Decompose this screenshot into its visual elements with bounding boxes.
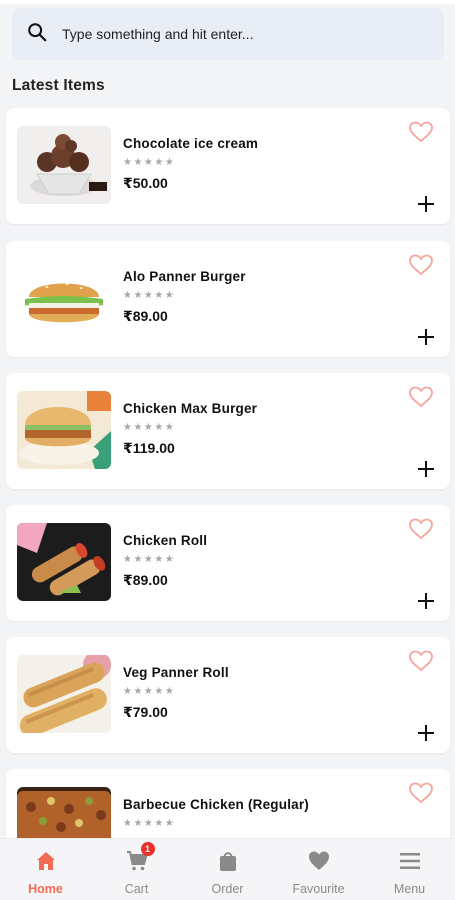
nav-home[interactable]: Home (0, 839, 91, 900)
item-name: Chicken Max Burger (123, 401, 258, 416)
heart-outline-icon[interactable] (408, 120, 434, 144)
heart-outline-icon[interactable] (408, 781, 434, 805)
rating-stars: ★★★★★ (123, 554, 176, 565)
list-item[interactable]: Veg Panner Roll ★★★★★ ₹79.00 (6, 637, 450, 753)
item-name: Chocolate ice cream (123, 136, 259, 151)
heart-outline-icon[interactable] (408, 253, 434, 277)
item-price: ₹119.00 (123, 440, 175, 456)
list-item[interactable]: Chicken Roll ★★★★★ ₹89.00 (6, 505, 450, 621)
home-icon (34, 849, 58, 878)
list-item[interactable]: Alo Panner Burger ★★★★★ ₹89.00 (6, 241, 450, 357)
nav-favourite[interactable]: Favourite (273, 839, 364, 900)
item-image (17, 126, 111, 204)
item-price: ₹89.00 (123, 308, 168, 324)
search-input[interactable] (62, 26, 422, 42)
item-name: Chicken Roll (123, 533, 208, 548)
status-strip (0, 0, 455, 4)
rating-stars: ★★★★★ (123, 290, 176, 301)
nav-order[interactable]: Order (182, 839, 273, 900)
nav-cart-label: Cart (124, 882, 149, 896)
heart-outline-icon[interactable] (408, 649, 434, 673)
item-image (17, 523, 111, 601)
heart-outline-icon[interactable] (408, 517, 434, 541)
plus-icon[interactable] (416, 459, 436, 479)
nav-menu[interactable]: Menu (364, 839, 455, 900)
cart-badge: 1 (140, 842, 155, 856)
plus-icon[interactable] (416, 327, 436, 347)
item-name: Alo Panner Burger (123, 269, 246, 284)
heart-icon (307, 849, 331, 878)
section-title: Latest Items (12, 77, 105, 94)
item-name: Barbecue Chicken (Regular) (123, 797, 309, 812)
plus-icon[interactable] (416, 591, 436, 611)
list-item[interactable]: Chocolate ice cream ★★★★★ ₹50.00 (6, 108, 450, 224)
search-bar[interactable] (12, 8, 444, 60)
hamburger-icon (398, 849, 422, 878)
nav-home-label: Home (28, 882, 63, 896)
bag-icon (216, 849, 240, 878)
nav-cart[interactable]: 1 Cart (91, 839, 182, 900)
plus-icon[interactable] (416, 194, 436, 214)
rating-stars: ★★★★★ (123, 422, 176, 433)
item-price: ₹79.00 (123, 704, 168, 720)
item-price: ₹50.00 (123, 175, 168, 191)
nav-favourite-label: Favourite (292, 882, 345, 896)
nav-order-label: Order (211, 882, 244, 896)
nav-menu-label: Menu (393, 882, 426, 896)
item-image (17, 655, 111, 733)
item-image (17, 391, 111, 469)
item-name: Veg Panner Roll (123, 665, 229, 680)
list-item[interactable]: Chicken Max Burger ★★★★★ ₹119.00 (6, 373, 450, 489)
item-image (17, 259, 111, 337)
plus-icon[interactable] (416, 723, 436, 743)
bottom-nav: Home 1 Cart Order Favourite Menu (0, 838, 455, 900)
rating-stars: ★★★★★ (123, 818, 176, 829)
heart-outline-icon[interactable] (408, 385, 434, 409)
item-price: ₹89.00 (123, 572, 168, 588)
rating-stars: ★★★★★ (123, 686, 176, 697)
rating-stars: ★★★★★ (123, 157, 176, 168)
search-icon[interactable] (26, 21, 48, 48)
